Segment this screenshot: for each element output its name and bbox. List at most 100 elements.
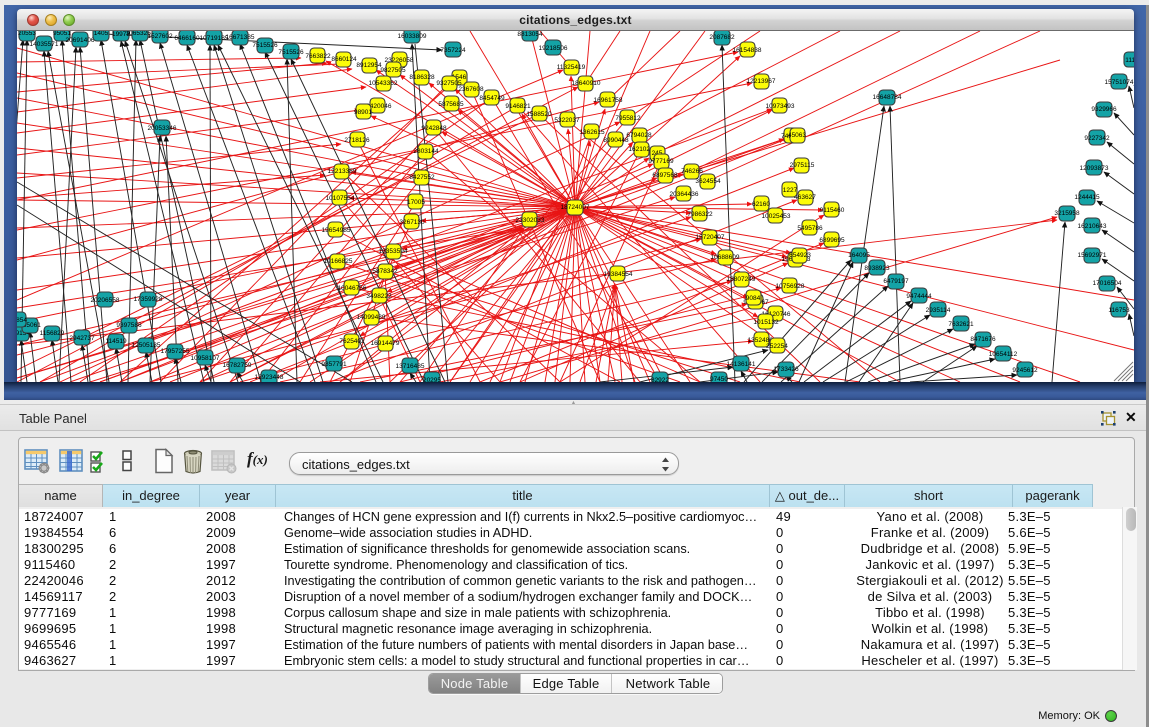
svg-text:7357224: 7357224 (440, 47, 466, 54)
svg-text:10025453: 10025453 (762, 213, 791, 220)
svg-text:12923448: 12923448 (255, 374, 284, 381)
svg-text:164095: 164095 (848, 252, 870, 259)
svg-text:8186328: 8186328 (409, 74, 435, 81)
svg-text:16033809: 16033809 (398, 33, 427, 40)
svg-text:13716485: 13716485 (396, 363, 425, 370)
svg-text:15720407: 15720407 (696, 234, 725, 241)
svg-text:15751074: 15751074 (1105, 79, 1134, 86)
svg-text:20691406: 20691406 (66, 37, 95, 44)
svg-text:746266: 746266 (681, 168, 703, 175)
svg-text:8427552: 8427552 (409, 174, 435, 181)
svg-text:10719185: 10719185 (200, 35, 229, 42)
svg-text:1588520: 1588520 (526, 111, 552, 118)
svg-text:16210643: 16210643 (1078, 223, 1107, 230)
svg-text:1112: 1112 (1125, 57, 1134, 64)
svg-text:20206558: 20206558 (91, 297, 120, 304)
svg-text:116753: 116753 (1108, 307, 1130, 314)
svg-text:14035571: 14035571 (30, 41, 59, 48)
svg-text:9827505: 9827505 (380, 67, 406, 74)
svg-text:11325419: 11325419 (557, 64, 586, 71)
svg-text:7515526: 7515526 (252, 42, 278, 49)
svg-text:6466160: 6466160 (174, 35, 200, 42)
svg-text:9227342: 9227342 (1084, 135, 1110, 142)
svg-text:16671385: 16671385 (226, 34, 255, 41)
svg-text:18640910: 18640910 (572, 80, 601, 87)
svg-text:6897568: 6897568 (652, 172, 678, 179)
svg-text:6479197: 6479197 (883, 278, 909, 285)
svg-text:9245612: 9245612 (1012, 367, 1038, 374)
svg-text:12093873: 12093873 (1080, 165, 1109, 172)
svg-text:10756928: 10756928 (776, 283, 805, 290)
svg-text:17359928: 17359928 (134, 296, 163, 303)
svg-text:10958107: 10958107 (191, 355, 220, 362)
svg-text:8912954: 8912954 (356, 62, 382, 69)
svg-text:1527602: 1527602 (147, 33, 173, 40)
svg-text:1733426: 1733426 (773, 366, 799, 373)
svg-text:2975115: 2975115 (790, 162, 815, 169)
svg-text:2935114: 2935114 (926, 307, 951, 314)
svg-text:114519: 114519 (105, 338, 127, 345)
svg-text:10688609: 10688609 (711, 254, 740, 261)
svg-text:16782759: 16782759 (223, 362, 252, 369)
svg-text:12213967: 12213967 (747, 78, 776, 85)
svg-text:15692971: 15692971 (1078, 252, 1107, 259)
svg-text:20364436: 20364436 (670, 191, 699, 198)
svg-text:9115460: 9115460 (820, 207, 845, 214)
svg-text:18807249: 18807249 (727, 276, 756, 283)
svg-text:7632621: 7632621 (948, 321, 974, 328)
svg-text:19166825: 19166825 (324, 258, 353, 265)
svg-text:98901: 98901 (354, 109, 372, 116)
svg-text:5878342: 5878342 (372, 268, 398, 275)
svg-text:8813054: 8813054 (517, 31, 543, 38)
svg-text:9084: 9084 (746, 295, 761, 302)
svg-text:654923: 654923 (789, 252, 811, 259)
svg-text:8660124: 8660124 (331, 56, 357, 63)
svg-text:2367608: 2367608 (458, 86, 484, 93)
svg-text:16914479: 16914479 (371, 340, 400, 347)
svg-text:1362615: 1362615 (579, 129, 605, 136)
svg-text:9329966: 9329966 (1091, 106, 1117, 113)
svg-text:8471676: 8471676 (970, 336, 996, 343)
svg-text:9777169: 9777169 (648, 158, 674, 165)
svg-text:8454749: 8454749 (479, 95, 505, 102)
svg-text:9857791: 9857791 (321, 361, 347, 368)
svg-text:13353594: 13353594 (379, 248, 408, 255)
svg-text:3267130: 3267130 (399, 219, 425, 226)
svg-text:12213389: 12213389 (328, 168, 357, 175)
svg-text:62160: 62160 (752, 201, 770, 208)
svg-text:10046756: 10046756 (338, 285, 367, 292)
svg-text:18724007: 18724007 (561, 204, 590, 211)
svg-text:2087682: 2087682 (709, 34, 735, 41)
svg-text:10973493: 10973493 (766, 103, 795, 110)
svg-text:3498222: 3498222 (366, 293, 392, 300)
svg-text:10854: 10854 (17, 317, 27, 324)
svg-text:45063: 45063 (788, 132, 806, 139)
svg-text:1227: 1227 (783, 187, 798, 194)
svg-text:16961758: 16961758 (594, 97, 623, 104)
svg-text:17005: 17005 (407, 199, 425, 206)
svg-text:1244415: 1244415 (1074, 194, 1100, 201)
svg-text:20053346: 20053346 (148, 125, 177, 132)
svg-text:5875685: 5875685 (438, 101, 464, 108)
svg-text:7986322: 7986322 (687, 211, 713, 218)
svg-text:12505135: 12505135 (132, 342, 161, 349)
svg-text:9146821: 9146821 (505, 103, 531, 110)
svg-text:1156829: 1156829 (40, 330, 65, 337)
svg-text:1015132: 1015132 (753, 319, 779, 326)
svg-text:2803144: 2803144 (413, 148, 439, 155)
svg-text:6794028: 6794028 (626, 132, 652, 139)
svg-text:14136141: 14136141 (727, 361, 756, 368)
svg-text:17957255: 17957255 (161, 348, 190, 355)
svg-text:6899695: 6899695 (819, 237, 845, 244)
svg-text:8990448: 8990448 (603, 137, 629, 144)
svg-text:23302033: 23302033 (516, 217, 545, 224)
svg-text:7625402: 7625402 (339, 338, 365, 345)
svg-text:252254: 252254 (766, 343, 788, 350)
svg-text:1405: 1405 (94, 31, 109, 37)
svg-text:7515526: 7515526 (278, 49, 304, 56)
svg-text:19654985: 19654985 (322, 227, 351, 234)
svg-text:463627: 463627 (794, 194, 816, 201)
svg-text:10543362: 10543362 (369, 80, 398, 87)
svg-text:19218506: 19218506 (539, 45, 568, 52)
svg-text:10654112: 10654112 (989, 351, 1018, 358)
